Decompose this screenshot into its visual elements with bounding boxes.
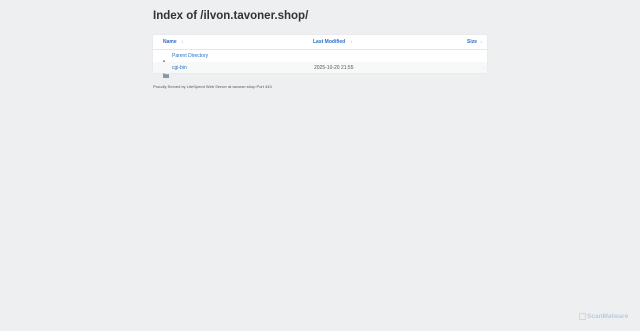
server-footer: Proudly Served by LiteSpeed Web Server a… bbox=[153, 84, 272, 89]
sort-icon[interactable]: ↕ bbox=[350, 39, 352, 45]
scanmalware-watermark: ScanMalware bbox=[579, 312, 628, 321]
name-column-header[interactable]: Name ↕ bbox=[163, 39, 184, 45]
modified-cell: 2025-10-20 21:55 bbox=[314, 64, 354, 71]
parent-directory-icon bbox=[162, 53, 169, 65]
sort-icon[interactable]: ↕ bbox=[182, 39, 184, 45]
scanmalware-logo-icon bbox=[579, 312, 587, 320]
size-column-header[interactable]: Size ↕ bbox=[467, 39, 482, 45]
page-title: Index of /ilvon.tavoner.shop/ bbox=[153, 10, 309, 22]
watermark-text: ScanMalware bbox=[587, 313, 629, 320]
folder-icon bbox=[163, 65, 169, 78]
last-modified-column-header[interactable]: Last Modified ↕ bbox=[313, 39, 352, 45]
table-row[interactable]: cgi-bin 2025-10-20 21:55 - bbox=[153, 62, 487, 78]
last-modified-column-label[interactable]: Last Modified bbox=[313, 39, 345, 45]
size-column-label[interactable]: Size bbox=[467, 39, 477, 45]
size-cell: - bbox=[482, 64, 484, 70]
table-row[interactable]: Parent Directory bbox=[153, 50, 487, 65]
name-column-label[interactable]: Name bbox=[163, 39, 177, 45]
table-header: Name ↕ Last Modified ↕ Size ↕ bbox=[153, 35, 487, 50]
file-table: Name ↕ Last Modified ↕ Size ↕ Parent Direct… bbox=[153, 35, 487, 78]
cgi-bin-link[interactable]: cgi-bin bbox=[172, 65, 187, 71]
parent-directory-link[interactable]: Parent Directory bbox=[172, 53, 208, 59]
sort-icon[interactable]: ↕ bbox=[480, 39, 482, 45]
